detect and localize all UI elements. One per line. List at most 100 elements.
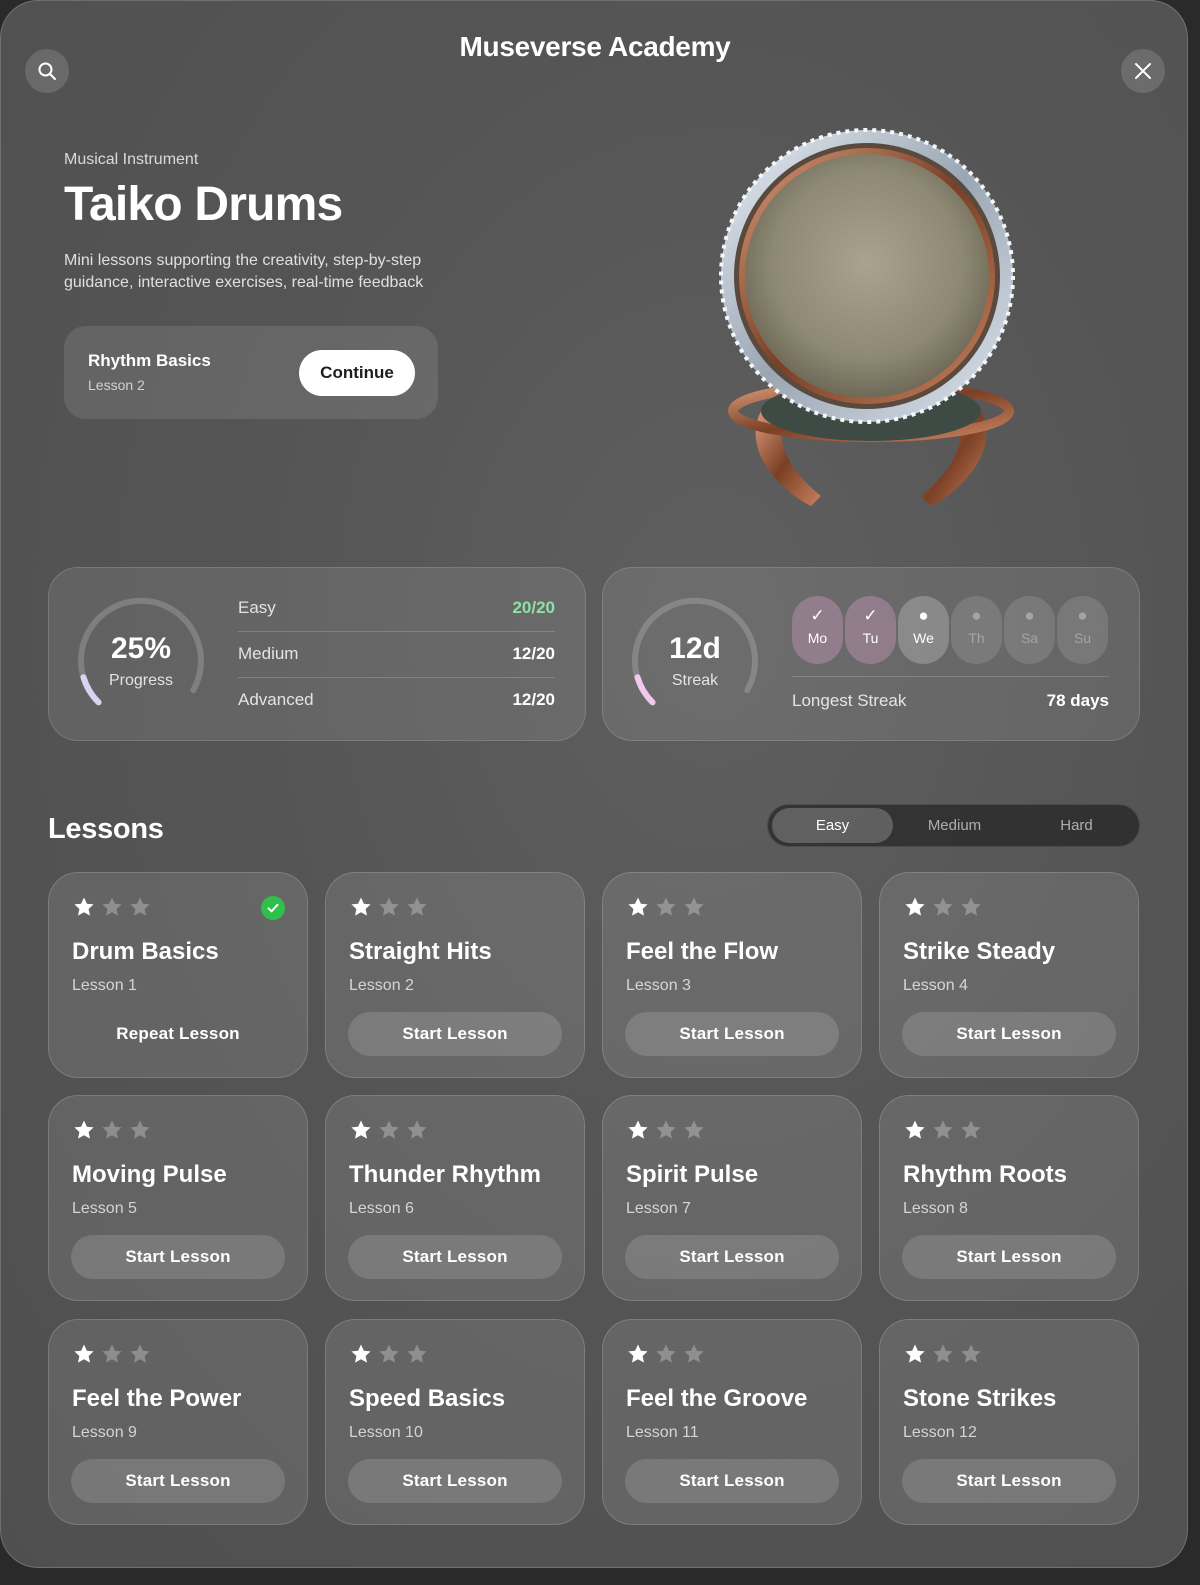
lesson-number: Lesson 4 (903, 977, 968, 994)
lesson-number: Lesson 7 (626, 1200, 691, 1217)
star-icon (102, 1344, 122, 1363)
lesson-card: Stone Strikes Lesson 12 Start Lesson (879, 1319, 1139, 1525)
day-chip: ● Su (1057, 596, 1108, 664)
progress-card: 25% Progress Easy 20/20 Medium 12/20 Adv… (48, 567, 586, 741)
start-lesson-button[interactable]: Start Lesson (348, 1459, 562, 1503)
star-icon (130, 1120, 150, 1139)
lesson-number: Lesson 6 (349, 1200, 414, 1217)
start-lesson-button[interactable]: Start Lesson (625, 1459, 839, 1503)
progress-label: Progress (108, 672, 174, 689)
tab-medium[interactable]: Medium (894, 808, 1015, 843)
lesson-card: Feel the Groove Lesson 11 Start Lesson (602, 1319, 862, 1525)
progress-value: 25% (110, 632, 172, 665)
lesson-card: Straight Hits Lesson 2 Start Lesson (325, 872, 585, 1078)
level-name: Advanced (238, 690, 314, 709)
star-icon (74, 897, 94, 916)
star-icon (684, 1120, 704, 1139)
continue-lesson-subtitle: Lesson 2 (88, 377, 145, 393)
streak-label: Streak (671, 672, 719, 689)
start-lesson-button[interactable]: Start Lesson (348, 1235, 562, 1279)
start-lesson-button[interactable]: Start Lesson (902, 1459, 1116, 1503)
repeat-lesson-button[interactable]: Repeat Lesson (71, 1012, 285, 1056)
lesson-number: Lesson 8 (903, 1200, 968, 1217)
difficulty-segmented-control: Easy Medium Hard (767, 804, 1140, 847)
star-icon (684, 897, 704, 916)
day-chip: ✓ Tu (845, 596, 896, 664)
star-icon (130, 897, 150, 916)
lesson-title: Moving Pulse (72, 1161, 227, 1188)
lesson-card: Moving Pulse Lesson 5 Start Lesson (48, 1095, 308, 1301)
star-icon (961, 1344, 981, 1363)
level-row-easy: Easy 20/20 (238, 586, 555, 632)
star-icon (74, 1120, 94, 1139)
rating-stars (349, 895, 433, 919)
taiko-drum-illustration (701, 111, 1041, 521)
rating-stars (349, 1118, 433, 1142)
star-icon (933, 897, 953, 916)
streak-value: 12d (669, 632, 721, 665)
lesson-number: Lesson 11 (626, 1424, 699, 1441)
continue-lesson-card: Rhythm Basics Lesson 2 Continue (64, 326, 438, 419)
rating-stars (72, 1342, 156, 1366)
star-icon (905, 897, 925, 916)
continue-lesson-title: Rhythm Basics (88, 351, 211, 370)
rating-stars (626, 895, 710, 919)
star-icon (407, 897, 427, 916)
day-label: Su (1073, 630, 1092, 646)
tab-hard[interactable]: Hard (1016, 808, 1137, 843)
level-name: Easy (238, 598, 276, 617)
star-icon (351, 1344, 371, 1363)
star-icon (379, 1344, 399, 1363)
day-status-icon: ● (971, 606, 982, 625)
start-lesson-button[interactable]: Start Lesson (625, 1235, 839, 1279)
close-icon (1134, 62, 1152, 80)
start-lesson-button[interactable]: Start Lesson (625, 1012, 839, 1056)
lesson-card: Feel the Power Lesson 9 Start Lesson (48, 1319, 308, 1525)
day-status-icon: ● (1024, 606, 1035, 625)
continue-button[interactable]: Continue (299, 350, 415, 396)
lesson-number: Lesson 2 (349, 977, 414, 994)
start-lesson-button[interactable]: Start Lesson (902, 1235, 1116, 1279)
app-window: Museverse Academy Musical Instrument Tai… (0, 0, 1188, 1568)
day-label: Th (968, 630, 985, 646)
lesson-number: Lesson 5 (72, 1200, 137, 1217)
star-icon (407, 1120, 427, 1139)
star-icon (961, 897, 981, 916)
day-label: We (913, 630, 934, 646)
start-lesson-button[interactable]: Start Lesson (348, 1012, 562, 1056)
lesson-title: Speed Basics (349, 1385, 506, 1412)
lessons-heading: Lessons (48, 813, 164, 845)
level-value: 12/20 (512, 690, 555, 709)
lesson-title: Straight Hits (349, 938, 492, 965)
tab-easy[interactable]: Easy (772, 808, 893, 843)
start-lesson-button[interactable]: Start Lesson (71, 1235, 285, 1279)
star-icon (656, 1120, 676, 1139)
star-icon (905, 1120, 925, 1139)
lesson-number: Lesson 12 (903, 1424, 977, 1441)
level-name: Medium (238, 644, 299, 663)
instrument-category: Musical Instrument (64, 151, 199, 168)
app-title: Museverse Academy (459, 31, 731, 62)
lesson-title: Thunder Rhythm (349, 1161, 541, 1188)
streak-card: 12d Streak ✓ Mo ✓ Tu ● We ● Th ● Sa ● Su Longe… (602, 567, 1140, 741)
start-lesson-button[interactable]: Start Lesson (71, 1459, 285, 1503)
day-chip: ● We (898, 596, 949, 664)
lesson-number: Lesson 10 (349, 1424, 423, 1441)
star-icon (628, 1344, 648, 1363)
start-lesson-button[interactable]: Start Lesson (902, 1012, 1116, 1056)
star-icon (933, 1120, 953, 1139)
rating-stars (349, 1342, 433, 1366)
rating-stars (903, 1342, 987, 1366)
rating-stars (903, 1118, 987, 1142)
lesson-number: Lesson 9 (72, 1424, 137, 1441)
level-row-advanced: Advanced 12/20 (238, 678, 555, 724)
lesson-number: Lesson 3 (626, 977, 691, 994)
day-status-icon: ✓ (863, 606, 878, 625)
day-status-icon: ✓ (810, 606, 825, 625)
star-icon (905, 1344, 925, 1363)
checkmark-icon (261, 896, 285, 920)
lesson-number: Lesson 1 (72, 977, 137, 994)
lesson-title: Feel the Groove (626, 1385, 808, 1412)
close-button[interactable] (1121, 49, 1165, 93)
star-icon (656, 897, 676, 916)
